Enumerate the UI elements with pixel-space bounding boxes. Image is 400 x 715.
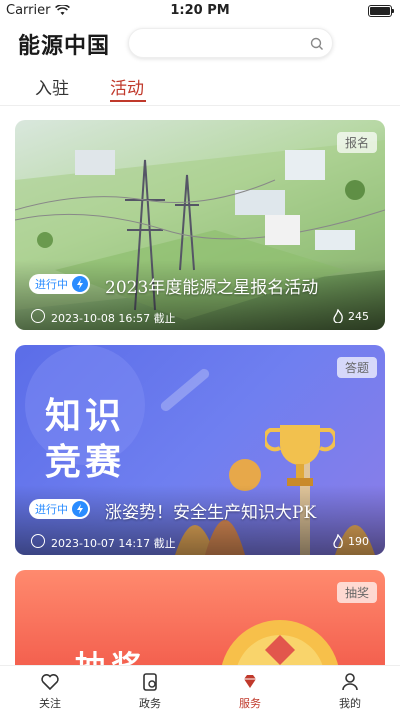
document-icon <box>143 673 157 691</box>
search-input[interactable] <box>128 28 333 58</box>
tabbar-label: 政务 <box>139 697 161 710</box>
heart-icon <box>41 674 59 691</box>
status-bar: Carrier 1:20 PM <box>0 0 400 22</box>
bottom-tab-bar: 关注 政务 服务 我的 <box>0 665 400 715</box>
activity-card[interactable]: 抽奖 抽奖 <box>15 570 385 680</box>
card-meta: 2023-10-07 14:17 截止 190 <box>15 529 385 555</box>
tabbar-item-service[interactable]: 服务 <box>220 672 280 711</box>
status-label: 进行中 <box>35 278 68 291</box>
app-logo: 能源中国 <box>18 34 111 59</box>
card-tag: 答题 <box>336 357 377 378</box>
lottery-illustration <box>220 620 340 680</box>
bolt-icon <box>72 276 88 292</box>
card-deadline: 2023-10-07 14:17 截止 <box>51 537 176 550</box>
status-label: 进行中 <box>35 503 68 516</box>
clock-icon <box>31 534 45 548</box>
status-badge: 进行中 <box>29 499 90 519</box>
tabbar-label: 我的 <box>339 697 361 710</box>
banner-line-1: 知识 <box>45 396 126 437</box>
search-icon[interactable] <box>310 37 324 51</box>
tab-huodong[interactable]: 活动 <box>110 74 144 99</box>
user-icon <box>342 673 358 691</box>
tabbar-item-follow[interactable]: 关注 <box>20 672 80 711</box>
tabbar-item-me[interactable]: 我的 <box>320 672 380 711</box>
participant-count: 190 <box>348 535 369 548</box>
fire-icon <box>333 309 343 323</box>
trophy-icon <box>265 425 335 486</box>
tabbar-label: 服务 <box>239 697 261 710</box>
card-tag: 抽奖 <box>336 582 377 603</box>
activity-card[interactable]: 知识 竞赛 答题 进行中 涨姿势！安全生产知识大PK 2023-10-07 14… <box>15 345 385 555</box>
battery-icon <box>368 5 394 17</box>
top-tabs: 入驻 活动 <box>0 70 400 106</box>
status-badge: 进行中 <box>29 274 90 294</box>
tabbar-item-government[interactable]: 政务 <box>120 672 180 711</box>
fire-icon <box>333 534 343 548</box>
card-tag: 报名 <box>336 132 377 153</box>
diamond-icon <box>244 675 256 688</box>
clock-icon <box>31 309 45 323</box>
card-meta: 2023-10-08 16:57 截止 245 <box>15 304 385 330</box>
tabbar-label: 关注 <box>39 697 61 710</box>
activity-card[interactable]: 报名 进行中 2023年度能源之星报名活动 2023-10-08 16:57 截… <box>15 120 385 330</box>
card-title: 2023年度能源之星报名活动 <box>105 278 319 298</box>
participant-count: 245 <box>348 310 369 323</box>
status-time: 1:20 PM <box>170 3 230 18</box>
banner-line-2: 竞赛 <box>45 442 126 483</box>
active-tab-indicator <box>110 100 146 102</box>
tab-ruzhu[interactable]: 入驻 <box>35 74 69 99</box>
card-title: 涨姿势！安全生产知识大PK <box>105 503 317 523</box>
header: 能源中国 <box>0 22 400 62</box>
bolt-icon <box>72 501 88 517</box>
card-deadline: 2023-10-08 16:57 截止 <box>51 312 176 325</box>
